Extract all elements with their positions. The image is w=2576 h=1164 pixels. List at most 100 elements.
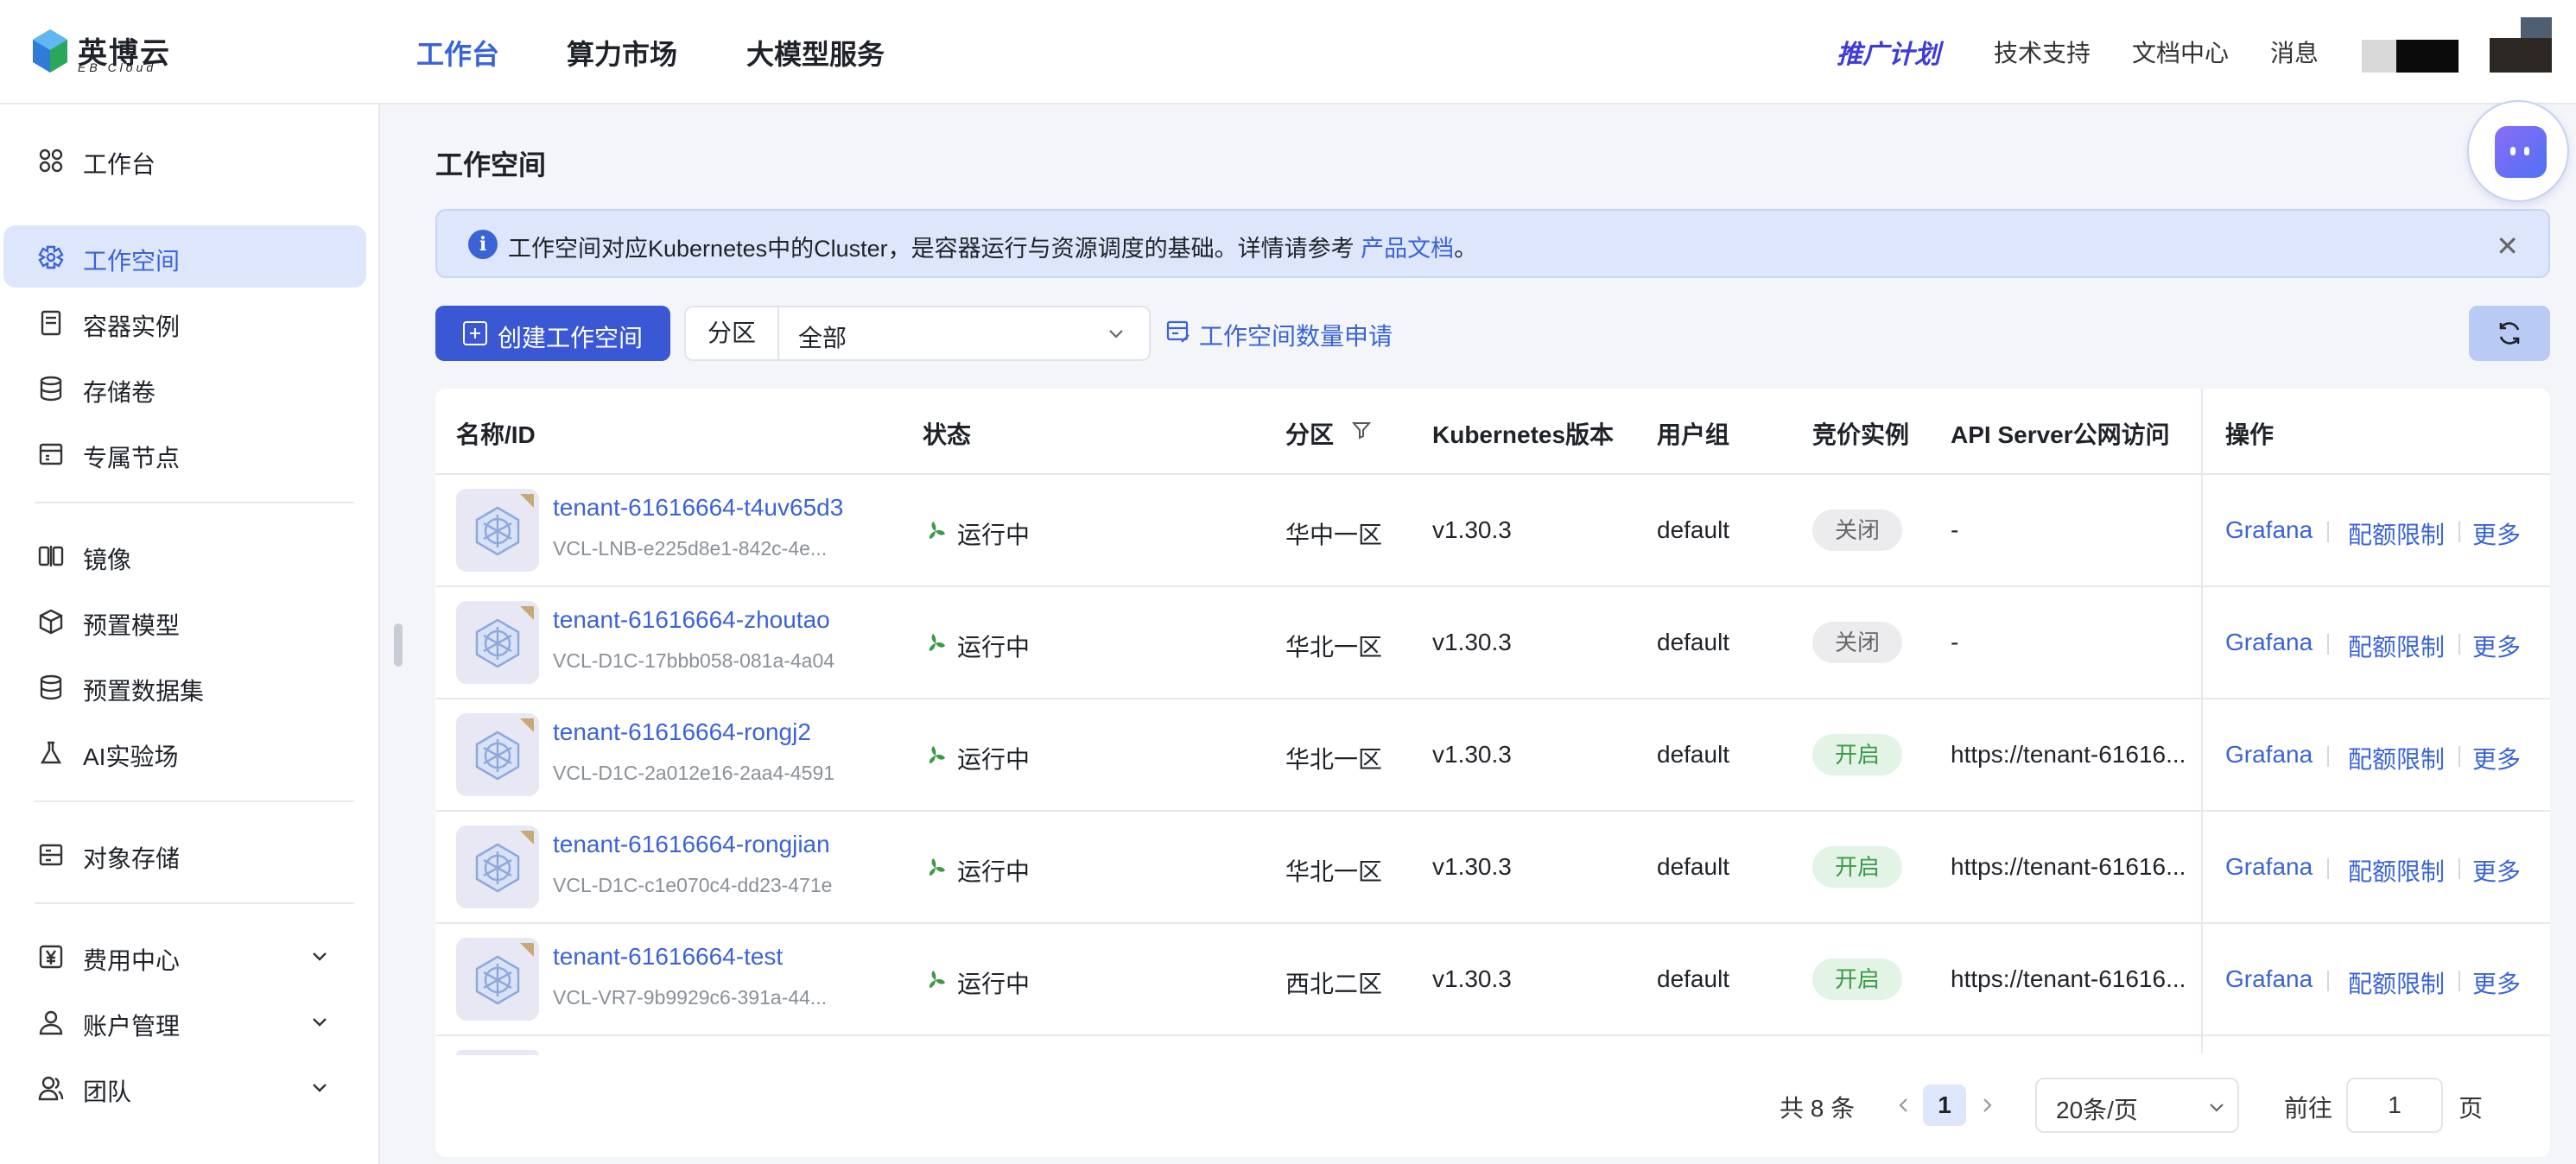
logo-icon	[33, 29, 67, 73]
column-header-actions: 操作	[2225, 421, 2275, 448]
image-icon	[38, 546, 64, 566]
node-icon	[39, 443, 63, 465]
product-docs-link[interactable]: 产品文档	[1361, 236, 1454, 262]
refresh-button[interactable]	[2469, 306, 2550, 361]
toplink-support[interactable]: 技术支持	[1994, 35, 2091, 69]
spot-status-badge: 开启	[1812, 846, 1902, 888]
zone-cell: 华中一区	[1285, 522, 1383, 548]
pager-current-page[interactable]: 1	[1923, 1085, 1966, 1126]
workspace-node-icon	[456, 489, 539, 572]
sidebar-item-label: 容器实例	[83, 313, 181, 340]
add-icon	[463, 321, 487, 345]
quota-limit-link[interactable]: 配额限制	[2348, 965, 2445, 1000]
more-actions-link[interactable]: 更多	[2472, 516, 2521, 551]
topnav-workbench[interactable]: 工作台	[416, 33, 499, 73]
sidebar-item-preset-model[interactable]: 预置模型	[3, 590, 366, 652]
sidebar-item-container[interactable]: 容器实例	[3, 291, 366, 353]
topnav-market[interactable]: 算力市场	[567, 33, 677, 73]
more-actions-link[interactable]: 更多	[2472, 965, 2521, 1000]
user-name-redacted[interactable]	[2362, 40, 2459, 73]
running-status-icon	[924, 744, 947, 767]
zone-cell: 华北一区	[1285, 634, 1383, 661]
quota-limit-link[interactable]: 配额限制	[2348, 516, 2445, 551]
spot-status-badge: 关闭	[1812, 622, 1902, 663]
chevron-down-icon	[313, 952, 327, 961]
avatar[interactable]	[2490, 17, 2552, 73]
action-separator	[2459, 522, 2460, 542]
workspace-name-link[interactable]: tenant-61616664-rongj2	[553, 718, 811, 746]
sidebar-item-account[interactable]: 账户管理	[3, 990, 366, 1053]
flask-icon	[40, 741, 62, 764]
workspace-name-link[interactable]: tenant-61616664-rongjian	[553, 831, 830, 858]
sidebar-item-team[interactable]: 团队	[3, 1056, 366, 1118]
workspace-name-link[interactable]: tenant-61616664-zhoutao	[553, 606, 830, 634]
sidebar-item-ai-lab[interactable]: AI实验场	[3, 721, 366, 783]
running-status-icon	[924, 632, 947, 655]
topnav-llm-service[interactable]: 大模型服务	[746, 33, 885, 73]
goto-page-input[interactable]	[2346, 1078, 2443, 1133]
fixed-column-divider	[2201, 389, 2203, 1053]
banner-message: 工作空间对应Kubernetes中的Cluster，是容器运行与资源调度的基础。…	[508, 236, 1355, 262]
user-group-cell: default	[1657, 516, 1730, 543]
action-separator	[2327, 971, 2329, 991]
k8s-version-cell: v1.30.3	[1432, 629, 1512, 655]
database-icon	[40, 376, 62, 402]
workspace-name-link[interactable]: tenant-61616664-t4uv65d3	[553, 494, 843, 522]
workspace-quota-apply-label: 工作空间数量申请	[1199, 323, 1393, 350]
column-header-k8s-version: Kubernetes版本	[1432, 421, 1615, 448]
close-icon[interactable]: ✕	[2496, 230, 2519, 263]
sidebar-item-preset-dataset[interactable]: 预置数据集	[3, 655, 366, 718]
ai-assistant-button[interactable]	[2467, 100, 2569, 202]
zone-cell: 华北一区	[1285, 746, 1383, 773]
action-separator	[2327, 522, 2329, 542]
quota-limit-link[interactable]: 配额限制	[2348, 741, 2445, 775]
grafana-link[interactable]: Grafana	[2225, 965, 2313, 993]
quota-limit-link[interactable]: 配额限制	[2348, 629, 2445, 663]
zone-select[interactable]: 分区 全部	[684, 306, 1151, 361]
k8s-version-cell: v1.30.3	[1432, 516, 1512, 543]
action-separator	[2459, 858, 2460, 879]
user-group-cell: default	[1657, 965, 1730, 992]
toplink-messages[interactable]: 消息	[2270, 35, 2319, 69]
toplink-docs[interactable]: 文档中心	[2132, 35, 2229, 69]
more-actions-link[interactable]: 更多	[2472, 741, 2521, 775]
grafana-link[interactable]: Grafana	[2225, 853, 2313, 881]
workspace-id: VCL-D1C-2a012e16-2aa4-4591	[553, 762, 835, 784]
column-header-user-group: 用户组	[1657, 421, 1730, 448]
chevron-left-icon[interactable]	[1894, 1095, 1914, 1116]
more-actions-link[interactable]: 更多	[2472, 629, 2521, 663]
brand-logo[interactable]: 英博云 EB Cloud	[33, 26, 180, 78]
grafana-link[interactable]: Grafana	[2225, 629, 2313, 656]
action-separator	[2327, 858, 2329, 879]
workspace-name-link[interactable]: tenant-61616664-test	[553, 943, 783, 971]
sidebar-item-billing[interactable]: 费用中心	[3, 925, 366, 987]
info-icon: i	[468, 230, 498, 259]
column-header-spot-instance: 竞价实例	[1812, 421, 1910, 448]
sidebar-resize-handle[interactable]	[394, 623, 403, 667]
filter-icon[interactable]	[1351, 420, 1372, 440]
action-separator	[2459, 746, 2460, 767]
zone-cell: 西北二区	[1285, 971, 1383, 997]
sidebar-divider	[35, 502, 354, 503]
chevron-right-icon[interactable]	[1976, 1095, 1997, 1116]
create-workspace-button[interactable]: 创建工作空间	[435, 306, 670, 361]
sidebar-item-label: 预置数据集	[83, 678, 205, 705]
more-actions-link[interactable]: 更多	[2472, 853, 2521, 888]
page-size-select[interactable]: 20条/页	[2035, 1078, 2239, 1133]
sidebar-item-object-storage[interactable]: 对象存储	[3, 823, 366, 885]
workspace-node-icon	[456, 826, 539, 908]
chevron-down-icon	[1109, 330, 1123, 338]
sidebar-item-label: 镜像	[83, 547, 132, 573]
promo-link[interactable]: 推广计划	[1837, 33, 1940, 71]
sidebar-item-image[interactable]: 镜像	[3, 524, 366, 586]
sidebar-item-volume[interactable]: 存储卷	[3, 357, 366, 419]
workspace-id: VCL-VR7-9b9929c6-391a-44...	[553, 986, 828, 1009]
sidebar-item-dedicated-node[interactable]: 专属节点	[3, 422, 366, 484]
sidebar-item-workbench[interactable]: 工作台	[3, 129, 366, 191]
sidebar-item-workspace[interactable]: 工作空间	[3, 225, 366, 288]
grafana-link[interactable]: Grafana	[2225, 741, 2313, 769]
action-separator	[2327, 746, 2329, 767]
quota-limit-link[interactable]: 配额限制	[2348, 853, 2445, 888]
grafana-link[interactable]: Grafana	[2225, 516, 2313, 544]
table-row-partial	[456, 1050, 539, 1055]
